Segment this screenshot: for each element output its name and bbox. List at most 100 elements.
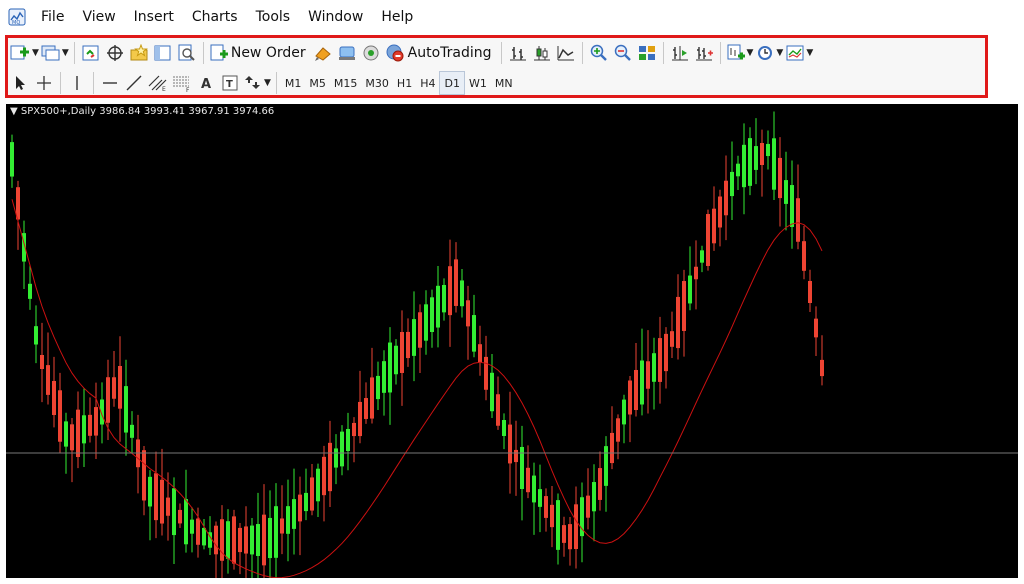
- new-order-button[interactable]: New Order: [209, 41, 310, 65]
- candle-body: [556, 500, 560, 550]
- menu-file[interactable]: File: [32, 9, 73, 25]
- toolbar-highlight: ▼ ▼ New Order AutoTrading ▼ ▼ ▼ E F A T …: [5, 35, 988, 98]
- candle-body: [112, 377, 116, 399]
- timeframe-d1[interactable]: D1: [439, 71, 465, 95]
- menu-insert[interactable]: Insert: [125, 9, 183, 25]
- metaeditor-button[interactable]: [312, 41, 334, 65]
- candle-body: [358, 401, 362, 437]
- vertical-line-button[interactable]: [66, 71, 88, 95]
- equidistant-channel-button[interactable]: E: [147, 71, 169, 95]
- candle-body: [250, 525, 254, 555]
- candle-body: [52, 380, 56, 416]
- candle-body: [616, 418, 620, 442]
- navigator-button[interactable]: [128, 41, 150, 65]
- tile-windows-button[interactable]: [636, 41, 658, 65]
- menu-window[interactable]: Window: [299, 9, 372, 25]
- trendline-button[interactable]: [123, 71, 145, 95]
- timeframe-m15[interactable]: M15: [330, 71, 362, 95]
- broadcast-button[interactable]: [360, 41, 382, 65]
- metaeditor-icon: [314, 47, 331, 61]
- text-tool-button[interactable]: A: [195, 71, 217, 95]
- candle-body: [664, 333, 668, 372]
- candle-body: [88, 414, 92, 436]
- app-icon: MQ: [8, 8, 26, 26]
- svg-text:E: E: [162, 86, 166, 92]
- bar-chart-button[interactable]: [507, 41, 529, 65]
- auto-scroll-button[interactable]: [693, 41, 715, 65]
- candle-body: [28, 283, 32, 299]
- timeframe-mn[interactable]: MN: [491, 71, 517, 95]
- candle-body: [46, 365, 50, 395]
- candle-body: [460, 280, 464, 307]
- candle-body: [82, 415, 86, 444]
- chart-collapse-icon[interactable]: ▼: [10, 106, 18, 117]
- menu-tools[interactable]: Tools: [247, 9, 300, 25]
- candle-body: [754, 146, 758, 170]
- text-label-button[interactable]: T: [219, 71, 241, 95]
- timeframe-m30[interactable]: M30: [361, 71, 393, 95]
- indicators-button[interactable]: ▼: [726, 41, 753, 65]
- candlestick-button[interactable]: [531, 41, 553, 65]
- autotrading-button[interactable]: AutoTrading: [384, 41, 496, 65]
- horizontal-line-button[interactable]: [99, 71, 121, 95]
- timeframe-h1[interactable]: H1: [393, 71, 416, 95]
- candle-body: [310, 477, 314, 511]
- candle-body: [298, 494, 302, 522]
- strategy-tester-button[interactable]: [176, 41, 198, 65]
- candlestick-chart[interactable]: [6, 104, 1018, 578]
- terminal-button[interactable]: [152, 41, 174, 65]
- candle-body: [388, 342, 392, 393]
- candle-body: [322, 456, 326, 496]
- candle-body: [592, 482, 596, 512]
- market-watch-button[interactable]: [80, 41, 102, 65]
- candle-body: [178, 509, 182, 524]
- candle-body: [478, 344, 482, 363]
- candle-body: [196, 518, 200, 545]
- templates-button[interactable]: ▼: [785, 41, 813, 65]
- cursor-tool-button[interactable]: [9, 71, 31, 95]
- crosshair-tool-button[interactable]: [33, 71, 55, 95]
- timeframe-h4[interactable]: H4: [416, 71, 439, 95]
- candle-body: [274, 506, 278, 558]
- profiles-button[interactable]: ▼: [41, 41, 69, 65]
- toolbar-separator: [275, 72, 277, 94]
- timeframe-m1[interactable]: M1: [281, 71, 306, 95]
- candle-body: [424, 304, 428, 341]
- candle-body: [160, 479, 164, 524]
- fibonacci-button[interactable]: F: [171, 71, 193, 95]
- clock-icon: [758, 46, 773, 60]
- svg-text:A: A: [201, 77, 211, 92]
- line-chart-button[interactable]: [555, 41, 577, 65]
- menu-charts[interactable]: Charts: [183, 9, 247, 25]
- candle-body: [538, 489, 542, 507]
- indicators-icon: [727, 44, 745, 60]
- chart-shift-button[interactable]: [669, 41, 691, 65]
- data-window-button[interactable]: [104, 41, 126, 65]
- candle-body: [682, 281, 686, 331]
- new-chart-button[interactable]: ▼: [9, 41, 39, 65]
- candle-body: [106, 377, 110, 423]
- price-chart[interactable]: ▼ SPX500+,Daily 3986.84 3993.41 3967.91 …: [6, 104, 1018, 578]
- candle-body: [640, 360, 644, 405]
- toolbar-separator: [73, 42, 75, 64]
- chart-symbol-label: SPX500+,Daily: [20, 106, 97, 117]
- timeframe-w1[interactable]: W1: [465, 71, 491, 95]
- candle-body: [748, 138, 752, 186]
- candle-body: [34, 326, 38, 345]
- arrows-button[interactable]: ▼: [243, 71, 271, 95]
- signals-button[interactable]: [336, 41, 358, 65]
- zoom-in-button[interactable]: [588, 41, 610, 65]
- periods-button[interactable]: ▼: [755, 41, 783, 65]
- crosshair-target-icon: [106, 45, 123, 61]
- candle-body: [382, 361, 386, 393]
- zoom-out-button[interactable]: [612, 41, 634, 65]
- candle-body: [700, 250, 704, 263]
- timeframe-m5[interactable]: M5: [305, 71, 330, 95]
- menu-help[interactable]: Help: [372, 9, 422, 25]
- menu-view[interactable]: View: [73, 9, 124, 25]
- candle-body: [766, 143, 770, 157]
- candle-body: [490, 372, 494, 412]
- candle-body: [706, 214, 710, 266]
- candle-body: [526, 467, 530, 493]
- low-price: 3967.91: [188, 106, 230, 117]
